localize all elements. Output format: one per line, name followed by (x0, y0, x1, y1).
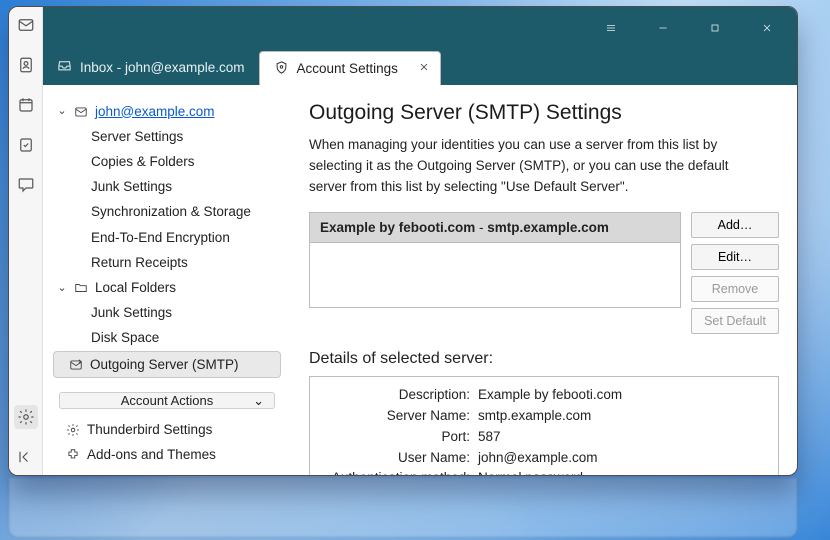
tree-local-junk[interactable]: Junk Settings (53, 301, 281, 326)
page-desc: When managing your identities you can us… (309, 135, 749, 198)
account-tree: ⌄ john@example.com Server Settings Copie… (43, 85, 291, 475)
tree-copies-folders[interactable]: Copies & Folders (53, 149, 281, 174)
appmenu-icon[interactable] (589, 13, 633, 43)
mail-icon[interactable] (14, 13, 38, 37)
tab-inbox-label: Inbox - john@example.com (80, 60, 245, 75)
chevron-down-icon: ⌄ (253, 393, 264, 409)
client-area: Inbox - john@example.com Account Setting… (43, 7, 797, 475)
outgoing-icon (68, 357, 84, 373)
set-default-button: Set Default (691, 308, 779, 334)
close-button[interactable] (745, 13, 789, 43)
collapse-icon[interactable] (14, 445, 38, 469)
edit-button[interactable]: Edit… (691, 244, 779, 270)
detail-port: 587 (478, 427, 768, 448)
tree-smtp[interactable]: Outgoing Server (SMTP) (53, 351, 281, 378)
page-title: Outgoing Server (SMTP) Settings (309, 101, 779, 125)
detail-user-name: john@example.com (478, 448, 768, 469)
tree-local-diskspace[interactable]: Disk Space (53, 326, 281, 351)
detail-server-name: smtp.example.com (478, 406, 768, 427)
puzzle-icon (65, 447, 81, 463)
calendar-icon[interactable] (14, 93, 38, 117)
shield-settings-icon (274, 60, 289, 78)
add-button[interactable]: Add… (691, 212, 779, 238)
mail-icon (73, 104, 89, 120)
tree-sync-storage[interactable]: Synchronization & Storage (53, 200, 281, 225)
details-box: Description:Example by febooti.com Serve… (309, 376, 779, 475)
titlebar (43, 7, 797, 49)
detail-description: Example by febooti.com (478, 385, 768, 406)
tab-settings-label: Account Settings (297, 61, 398, 76)
gear-icon (65, 422, 81, 438)
folder-icon (73, 280, 89, 296)
tree-e2e-encryption[interactable]: End-To-End Encryption (53, 225, 281, 250)
detail-auth-method: Normal password (478, 468, 768, 475)
settings-panel: Outgoing Server (SMTP) Settings When man… (291, 85, 797, 475)
tree-account-root[interactable]: ⌄ john@example.com (53, 99, 281, 124)
smtp-button-column: Add… Edit… Remove Set Default (691, 212, 779, 334)
addressbook-icon[interactable] (14, 53, 38, 77)
smtp-server-row[interactable]: Example by febooti.com - smtp.example.co… (310, 213, 680, 243)
account-actions-button[interactable]: Account Actions ⌄ (59, 392, 275, 409)
link-addons-themes[interactable]: Add-ons and Themes (61, 443, 273, 468)
minimize-button[interactable] (641, 13, 685, 43)
tab-inbox[interactable]: Inbox - john@example.com (43, 49, 259, 85)
activity-rail (9, 7, 43, 475)
tab-close-icon[interactable] (418, 61, 430, 76)
account-email: john@example.com (95, 103, 215, 121)
remove-button: Remove (691, 276, 779, 302)
tree-return-receipts[interactable]: Return Receipts (53, 250, 281, 275)
tab-account-settings[interactable]: Account Settings (259, 51, 441, 85)
chat-icon[interactable] (14, 173, 38, 197)
tree-junk-settings[interactable]: Junk Settings (53, 175, 281, 200)
settings-icon[interactable] (14, 405, 38, 429)
smtp-server-list[interactable]: Example by febooti.com - smtp.example.co… (309, 212, 681, 308)
tree-local-folders[interactable]: ⌄ Local Folders (53, 276, 281, 301)
chevron-down-icon: ⌄ (57, 281, 67, 296)
tree-server-settings[interactable]: Server Settings (53, 124, 281, 149)
inbox-icon (57, 58, 72, 76)
details-heading: Details of selected server: (309, 350, 779, 368)
tasks-icon[interactable] (14, 133, 38, 157)
tabs-row: Inbox - john@example.com Account Setting… (43, 49, 797, 85)
maximize-button[interactable] (693, 13, 737, 43)
chevron-down-icon: ⌄ (57, 104, 67, 119)
link-thunderbird-settings[interactable]: Thunderbird Settings (61, 417, 273, 442)
app-window: Inbox - john@example.com Account Setting… (8, 6, 798, 476)
